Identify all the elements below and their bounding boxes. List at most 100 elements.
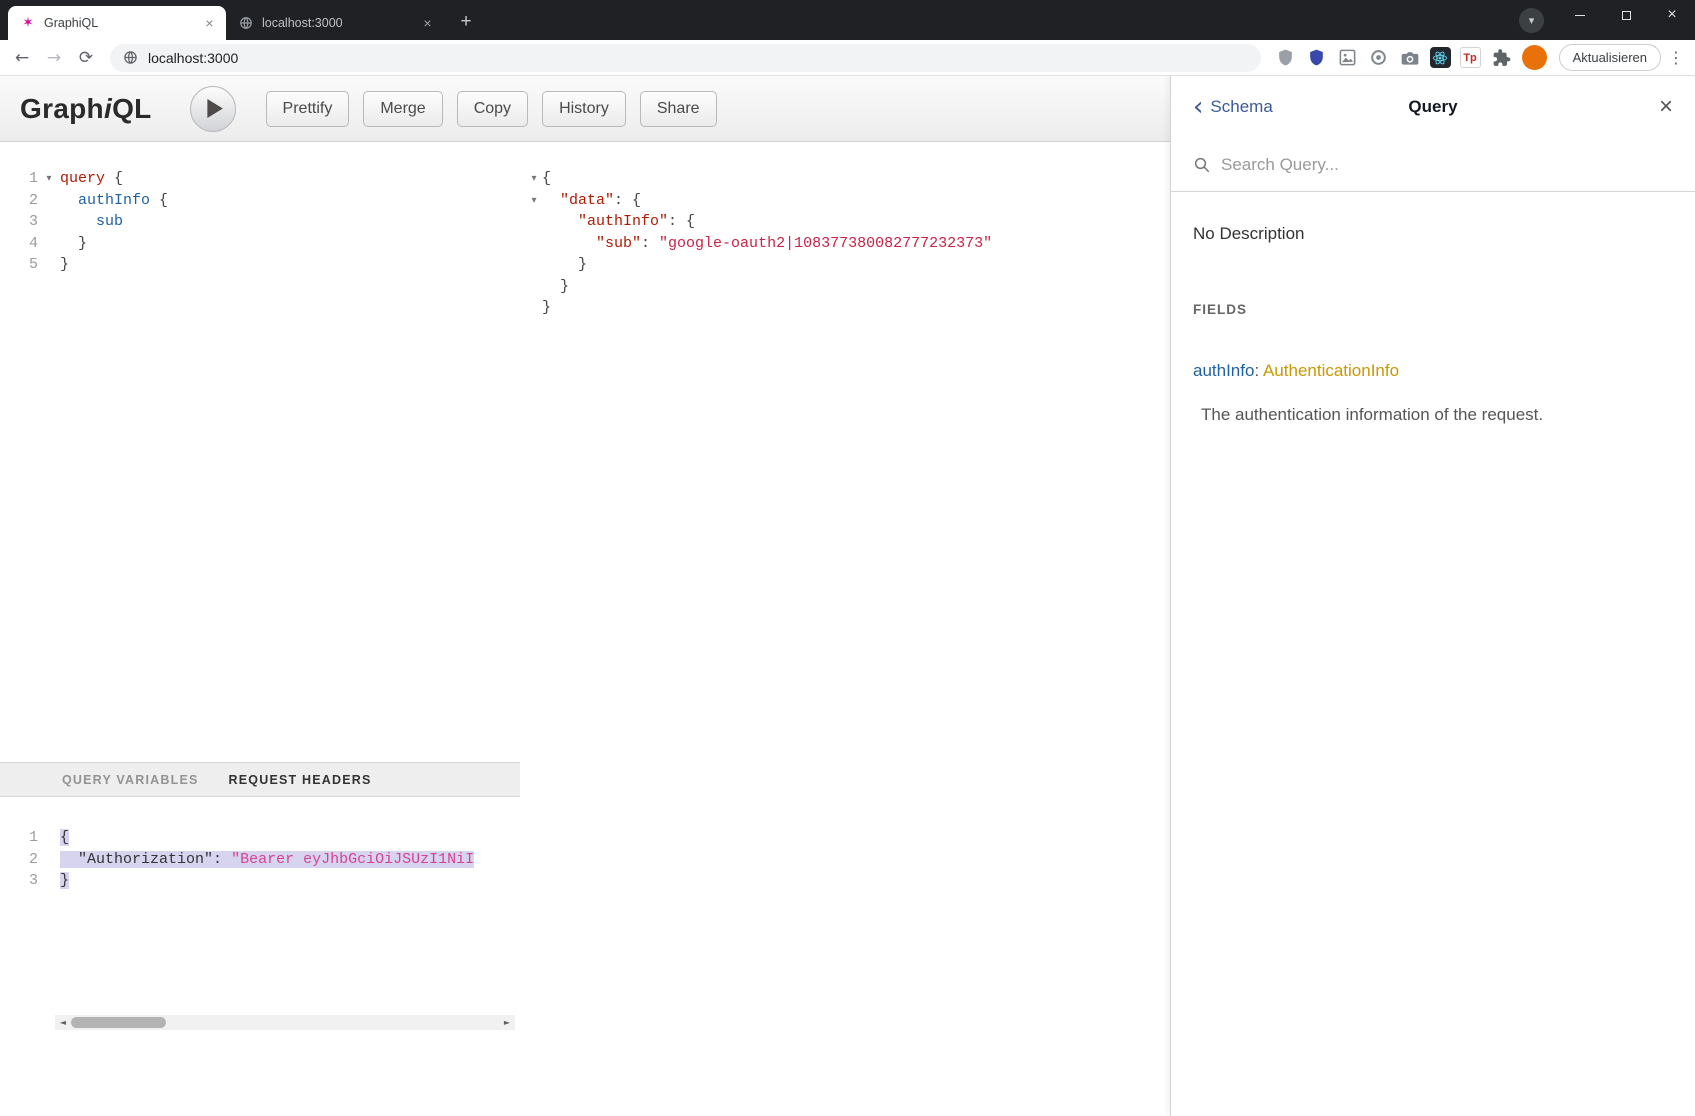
query-editor[interactable]: 1▾query { 2 authInfo { 3 sub 4 } 5} xyxy=(0,142,520,762)
url-text: localhost:3000 xyxy=(148,50,238,66)
variables-section-bar: QUERY VARIABLES REQUEST HEADERS xyxy=(0,762,520,797)
browser-tab-localhost[interactable]: localhost:3000 × xyxy=(226,6,444,40)
copy-button[interactable]: Copy xyxy=(457,91,528,127)
doc-search-input[interactable] xyxy=(1221,155,1673,175)
extension-tampermonkey-icon[interactable]: Tp xyxy=(1460,47,1481,68)
fold-arrow-icon[interactable]: ▾ xyxy=(38,168,60,190)
field-type-link[interactable]: AuthenticationInfo xyxy=(1263,361,1399,380)
code-text: { xyxy=(542,168,551,190)
code-text: "authInfo": { xyxy=(542,211,695,233)
window-controls: × xyxy=(1557,0,1695,30)
minimize-icon[interactable] xyxy=(1557,0,1603,30)
fold-arrow-icon[interactable]: ▾ xyxy=(526,168,542,190)
scrollbar-thumb[interactable] xyxy=(71,1017,166,1028)
code-line: 4 } xyxy=(0,233,520,255)
extension-camera-icon[interactable] xyxy=(1399,47,1421,69)
code-text: } xyxy=(60,233,87,255)
graphiql-logo: GraphiQL xyxy=(20,93,152,125)
extension-image-icon[interactable] xyxy=(1337,47,1359,69)
tab-close-icon[interactable]: × xyxy=(201,15,218,32)
browser-tab-graphiql[interactable]: ✶ GraphiQL × xyxy=(8,6,226,40)
tab-close-icon[interactable]: × xyxy=(419,15,436,32)
site-info-globe-icon[interactable] xyxy=(123,50,138,65)
prettify-button[interactable]: Prettify xyxy=(266,91,350,127)
extension-react-devtools-icon[interactable] xyxy=(1430,47,1451,68)
play-icon xyxy=(206,99,223,118)
history-button[interactable]: History xyxy=(542,91,626,127)
back-icon[interactable]: ← xyxy=(8,44,36,72)
code-text: authInfo { xyxy=(60,190,168,212)
address-bar[interactable]: localhost:3000 xyxy=(110,44,1261,72)
merge-button[interactable]: Merge xyxy=(363,91,442,127)
field-description: The authentication information of the re… xyxy=(1201,405,1673,425)
code-line: 1▾query { xyxy=(0,168,520,190)
code-line: 3} xyxy=(0,870,520,892)
extension-lens-icon[interactable] xyxy=(1368,47,1390,69)
code-line: ▾{ xyxy=(526,168,1170,190)
close-icon[interactable]: × xyxy=(1649,0,1695,30)
execute-query-button[interactable] xyxy=(190,86,236,132)
forward-icon[interactable]: → xyxy=(40,44,68,72)
type-description: No Description xyxy=(1193,224,1673,244)
code-text: "data": { xyxy=(542,190,641,212)
browser-navbar: ← → ⟳ localhost:3000 Tp Aktualisier xyxy=(0,40,1695,76)
maximize-icon[interactable] xyxy=(1603,0,1649,30)
graphql-favicon-icon: ✶ xyxy=(20,15,36,31)
doc-close-icon[interactable]: × xyxy=(1659,95,1673,119)
tab-title: localhost:3000 xyxy=(262,16,411,30)
profile-avatar[interactable] xyxy=(1522,45,1547,70)
code-text: } xyxy=(60,254,69,276)
fold-arrow-icon[interactable]: ▾ xyxy=(526,190,542,212)
result-viewer[interactable]: ▾{ ▾ "data": { "authInfo": { "sub": "goo… xyxy=(520,142,1170,1116)
code-text: { xyxy=(60,827,69,849)
extensions-row: Tp xyxy=(1271,47,1516,69)
code-text: "Authorization": "Bearer eyJhbGciOiJSUzI… xyxy=(60,849,474,871)
graphiql-toolbar: GraphiQL Prettify Merge Copy History Sha… xyxy=(0,76,1170,142)
code-line: "authInfo": { xyxy=(526,211,1170,233)
line-number: 3 xyxy=(0,870,38,892)
line-number: 5 xyxy=(0,254,38,276)
extension-shield-icon[interactable] xyxy=(1275,47,1297,69)
code-text: } xyxy=(60,870,69,892)
code-text: query { xyxy=(60,168,123,190)
code-line: 2 authInfo { xyxy=(0,190,520,212)
request-headers-editor[interactable]: 1{ 2 "Authorization": "Bearer eyJhbGciOi… xyxy=(0,797,520,1032)
tab-search-icon[interactable]: ▾ xyxy=(1519,8,1544,33)
editor-pane-filler xyxy=(0,1032,520,1116)
code-line: 5} xyxy=(0,254,520,276)
code-line: } xyxy=(526,254,1170,276)
doc-back-label: Schema xyxy=(1210,97,1272,117)
code-line: ▾ "data": { xyxy=(526,190,1170,212)
line-number: 1 xyxy=(0,168,38,190)
doc-explorer-panel: Query ‹Schema × No Description FIELDS au… xyxy=(1170,76,1695,1116)
extensions-puzzle-icon[interactable] xyxy=(1490,47,1512,69)
reload-icon[interactable]: ⟳ xyxy=(72,44,100,72)
fields-header: FIELDS xyxy=(1193,302,1673,317)
chevron-left-icon: ‹ xyxy=(1193,94,1203,120)
update-browser-button[interactable]: Aktualisieren xyxy=(1559,44,1661,71)
code-line: } xyxy=(526,276,1170,298)
doc-search-box xyxy=(1171,138,1695,192)
tab-request-headers[interactable]: REQUEST HEADERS xyxy=(229,773,372,787)
scroll-left-icon[interactable]: ◄ xyxy=(55,1012,71,1032)
code-line: } xyxy=(526,297,1170,319)
horizontal-scrollbar[interactable]: ◄ ► xyxy=(55,1015,515,1030)
globe-favicon-icon xyxy=(238,15,254,31)
scrollbar-track[interactable] xyxy=(71,1015,499,1030)
share-button[interactable]: Share xyxy=(640,91,717,127)
code-line: "sub": "google-oauth2|108377380082777232… xyxy=(526,233,1170,255)
editor-pane: 1▾query { 2 authInfo { 3 sub 4 } 5} QUER… xyxy=(0,142,520,1116)
browser-menu-icon[interactable]: ⋮ xyxy=(1665,48,1687,67)
tab-query-variables[interactable]: QUERY VARIABLES xyxy=(62,773,199,787)
code-text: } xyxy=(542,276,569,298)
browser-tab-strip: ✶ GraphiQL × localhost:3000 × + ▾ × xyxy=(0,0,1695,40)
field-name-link[interactable]: authInfo xyxy=(1193,361,1254,380)
code-line: 1{ xyxy=(0,827,520,849)
scroll-right-icon[interactable]: ► xyxy=(499,1012,515,1032)
doc-back-link[interactable]: ‹ Schema xyxy=(1193,94,1273,120)
code-text: sub xyxy=(60,211,123,233)
line-number: 4 xyxy=(0,233,38,255)
extension-blue-shield-icon[interactable] xyxy=(1306,47,1328,69)
new-tab-icon[interactable]: + xyxy=(452,8,480,36)
code-line: 3 sub xyxy=(0,211,520,233)
